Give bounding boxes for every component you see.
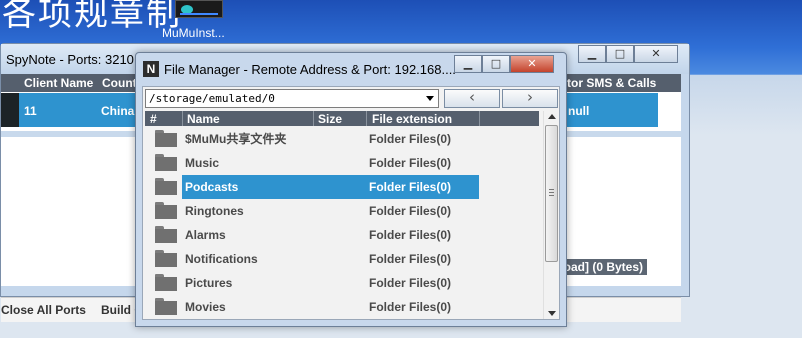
maximize-button[interactable]: □ — [482, 55, 510, 73]
spynote-maximize-button[interactable]: □ — [606, 45, 634, 63]
file-name-cell: Music — [185, 156, 220, 170]
client-thumbnail — [1, 93, 19, 127]
file-extension-cell: Folder Files(0) — [369, 300, 452, 314]
file-name-cell: $MuMu共享文件夹 — [185, 132, 287, 146]
column-size[interactable]: Size — [318, 112, 342, 126]
close-button[interactable]: ✕ — [510, 55, 554, 73]
file-extension-cell: Folder Files(0) — [366, 175, 479, 199]
column-country[interactable]: Count — [102, 76, 137, 90]
folder-body — [155, 181, 177, 195]
vertical-scrollbar[interactable] — [543, 111, 559, 319]
spynote-title: SpyNote - Ports: 3210 — [6, 52, 134, 67]
folder-body — [155, 253, 177, 267]
column-divider — [182, 111, 183, 126]
column-index[interactable]: # — [150, 112, 157, 126]
folder-icon — [155, 154, 177, 171]
folder-body — [155, 301, 177, 315]
mumu-installer-icon[interactable] — [175, 0, 223, 18]
folder-icon — [155, 250, 177, 267]
column-file-extension[interactable]: File extension — [372, 112, 452, 126]
file-row[interactable]: Pictures Folder Files(0) — [145, 271, 539, 295]
file-name-cell: Notifications — [185, 252, 258, 266]
column-name[interactable]: Name — [187, 112, 220, 126]
file-row[interactable]: Podcasts Folder Files(0) — [145, 175, 539, 199]
column-divider — [479, 111, 480, 126]
file-extension-cell: Folder Files(0) — [369, 276, 452, 290]
forward-button[interactable]: › — [502, 89, 558, 108]
desktop-document-title: 各项规章制 — [2, 0, 182, 34]
file-name-cell: Pictures — [185, 276, 233, 290]
file-name-cell: Podcasts — [182, 175, 366, 199]
close-all-ports-button[interactable]: Close All Ports — [1, 303, 86, 317]
scrollbar-thumb[interactable] — [545, 125, 558, 262]
file-manager-titlebar[interactable]: N File Manager - Remote Address & Port: … — [136, 53, 566, 83]
file-name-cell: Alarms — [185, 228, 226, 242]
desktop-shortcut-label[interactable]: MuMuInst... — [162, 26, 225, 40]
file-extension-cell: Folder Files(0) — [369, 132, 452, 146]
path-value: /storage/emulated/0 — [149, 92, 275, 105]
mumu-icon-underline — [180, 13, 218, 15]
client-sms-cell: null — [568, 104, 590, 118]
folder-body — [155, 205, 177, 219]
folder-body — [155, 157, 177, 171]
file-extension-cell: Folder Files(0) — [369, 228, 452, 242]
column-client-name[interactable]: Client Name — [24, 76, 93, 90]
file-manager-title: File Manager - Remote Address & Port: 19… — [164, 62, 456, 77]
file-row[interactable]: $MuMu共享文件夹 Folder Files(0) — [145, 127, 539, 151]
column-divider — [366, 111, 367, 126]
folder-icon — [155, 298, 177, 315]
back-button[interactable]: ‹ — [444, 89, 500, 108]
folder-icon — [155, 178, 177, 195]
file-row[interactable]: Alarms Folder Files(0) — [145, 223, 539, 247]
file-manager-window-controls: ▁ □ ✕ — [454, 55, 554, 73]
client-country-cell: China — [101, 104, 135, 118]
file-extension-cell: Folder Files(0) — [369, 252, 452, 266]
file-row[interactable]: Music Folder Files(0) — [145, 151, 539, 175]
file-row[interactable]: Movies Folder Files(0) — [145, 295, 539, 319]
file-name-cell: Movies — [185, 300, 226, 314]
folder-body — [155, 277, 177, 291]
grip-icon — [549, 189, 554, 196]
file-list: $MuMu共享文件夹 Folder Files(0) Music Folder Fil… — [145, 127, 539, 319]
file-extension-cell: Folder Files(0) — [369, 204, 452, 218]
minimize-button[interactable]: ▁ — [454, 55, 482, 73]
file-manager-content: /storage/emulated/0 ‹ › # Name Size File… — [142, 86, 560, 320]
client-name-cell: 11 — [24, 104, 37, 118]
folder-icon — [155, 130, 177, 147]
column-divider — [313, 111, 314, 126]
folder-body — [155, 229, 177, 243]
file-row[interactable]: Notifications Folder Files(0) — [145, 247, 539, 271]
scroll-down-arrow-icon[interactable] — [548, 311, 556, 316]
spynote-close-button[interactable]: ✕ — [634, 45, 678, 63]
file-row[interactable]: Ringtones Folder Files(0) — [145, 199, 539, 223]
folder-icon — [155, 202, 177, 219]
file-manager-window: N File Manager - Remote Address & Port: … — [135, 52, 567, 327]
chevron-down-icon[interactable] — [426, 96, 434, 101]
file-name-cell: Ringtones — [185, 204, 244, 218]
spynote-window-controls: ▁ □ ✕ — [578, 45, 678, 63]
file-extension-cell: Folder Files(0) — [369, 156, 452, 170]
column-sms-calls[interactable]: tor SMS & Calls — [567, 76, 656, 90]
path-dropdown[interactable]: /storage/emulated/0 — [145, 89, 439, 108]
file-table-header: # Name Size File extension — [145, 111, 539, 126]
app-logo-icon: N — [143, 61, 159, 77]
folder-icon — [155, 226, 177, 243]
scroll-up-arrow-icon[interactable] — [548, 114, 556, 119]
folder-icon — [155, 274, 177, 291]
folder-body — [155, 133, 177, 147]
spynote-minimize-button[interactable]: ▁ — [578, 45, 606, 63]
